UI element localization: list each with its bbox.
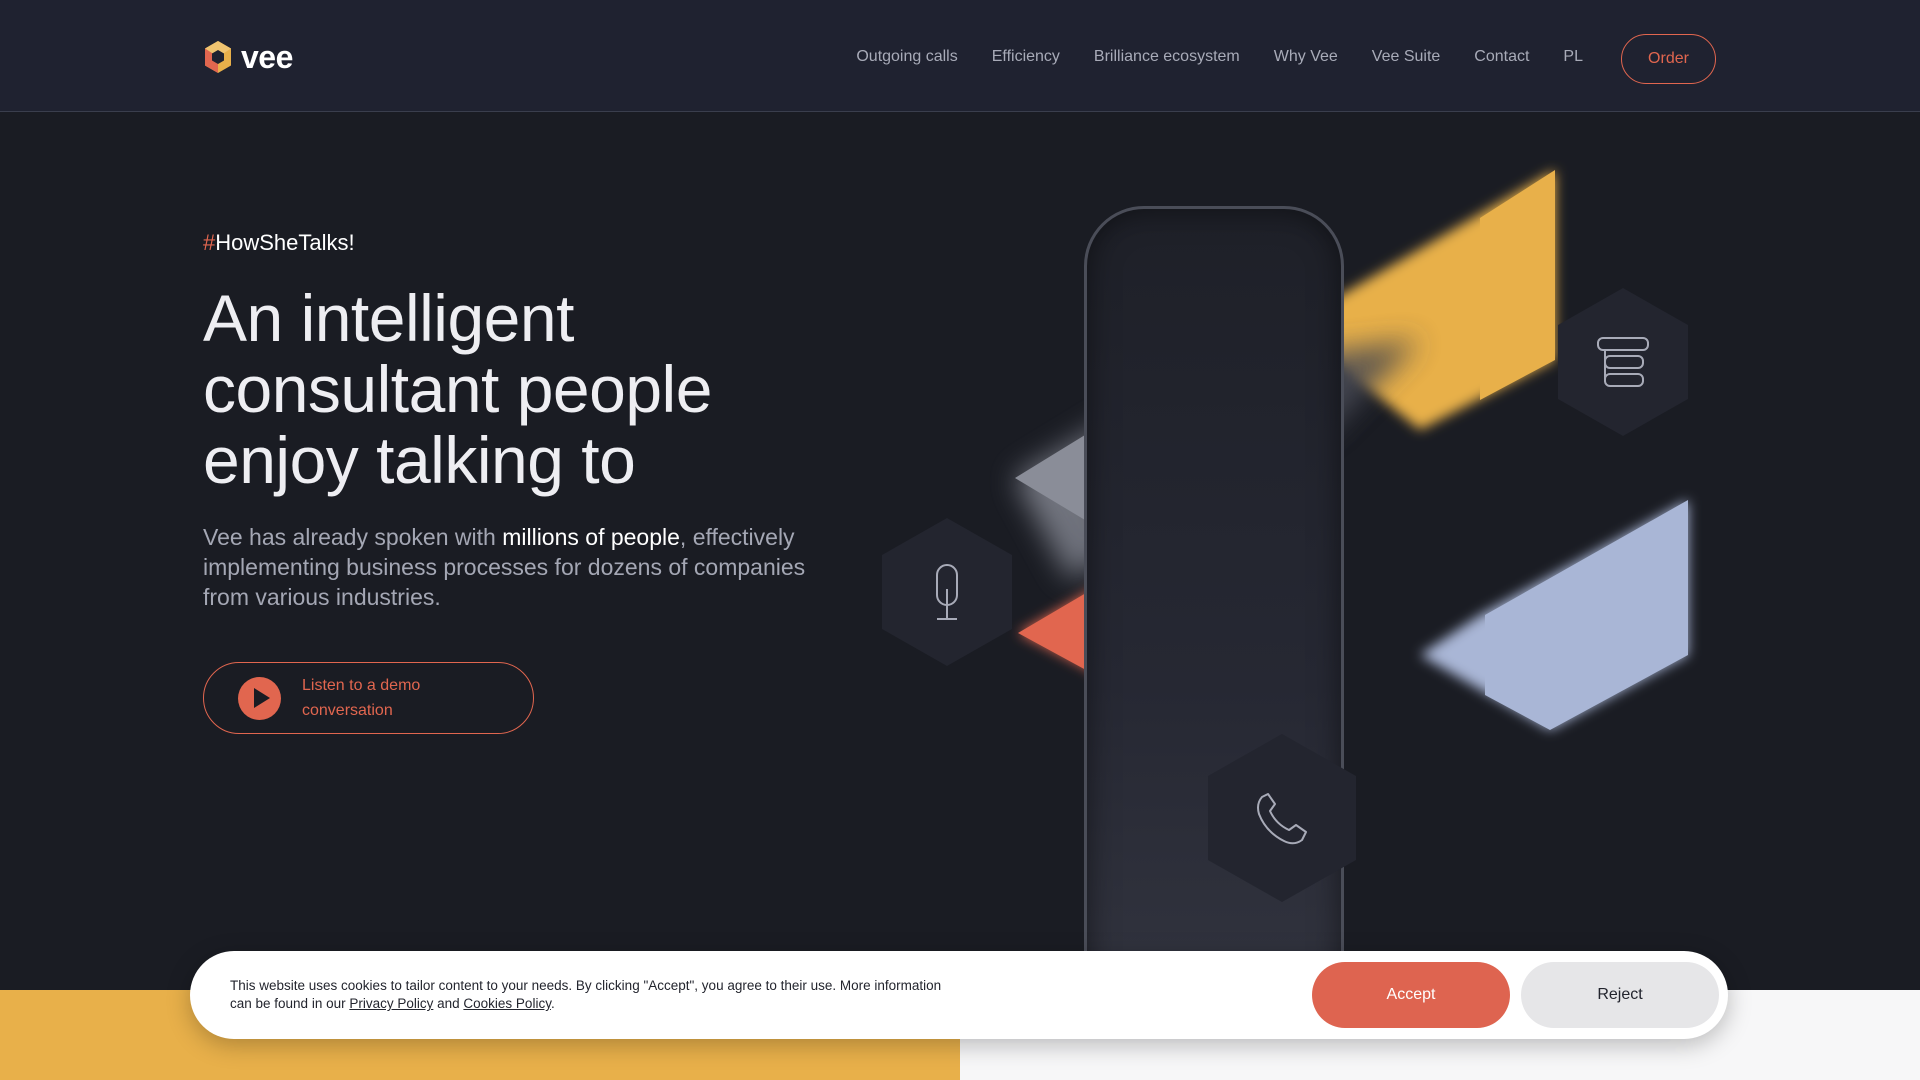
hex-phone-badge: [1206, 732, 1358, 904]
hashtag-tagline: #HowSheTalks!: [203, 230, 355, 256]
cookies-policy-link[interactable]: Cookies Policy: [463, 996, 551, 1011]
logo[interactable]: vee: [203, 39, 293, 75]
accept-cookies-button[interactable]: Accept: [1312, 962, 1510, 1028]
cookie-and-text: and: [433, 996, 464, 1011]
listen-demo-button[interactable]: Listen to a demo conversation: [203, 662, 534, 734]
hero-illustration: [860, 160, 1720, 1006]
hexagon-logo-icon: [205, 41, 231, 73]
cookie-text-end: .: [550, 996, 555, 1011]
cookie-message: This website uses cookies to tailor cont…: [230, 977, 950, 1013]
logo-text: vee: [241, 38, 293, 75]
tagline-text: HowSheTalks!: [215, 230, 355, 255]
subtitle-start: Vee has already spoken with: [203, 524, 503, 550]
nav-brilliance-ecosystem[interactable]: Brilliance ecosystem: [1094, 48, 1240, 66]
database-stack-icon: [1597, 337, 1649, 387]
nav-contact[interactable]: Contact: [1474, 48, 1529, 66]
site-header: vee Outgoing calls Efficiency Brilliance…: [0, 0, 1920, 112]
hex-database-badge: [1556, 286, 1690, 438]
hero-title: An intelligent consultant people enjoy t…: [203, 281, 712, 497]
subtitle-highlight: millions of people: [502, 524, 680, 550]
nav-efficiency[interactable]: Efficiency: [992, 48, 1060, 66]
hero-subtitle: Vee has already spoken with millions of …: [203, 522, 823, 612]
language-switch-pl[interactable]: PL: [1563, 48, 1583, 66]
nav-vee-suite[interactable]: Vee Suite: [1372, 48, 1441, 66]
hex-microphone-badge: [880, 516, 1014, 668]
order-button[interactable]: Order: [1621, 34, 1716, 84]
main-nav: Outgoing calls Efficiency Brilliance eco…: [856, 48, 1583, 66]
reject-cookies-button[interactable]: Reject: [1521, 962, 1719, 1028]
phone-icon: [1257, 793, 1307, 845]
microphone-icon: [936, 564, 958, 620]
cookie-banner: This website uses cookies to tailor cont…: [190, 951, 1728, 1039]
nav-outgoing-calls[interactable]: Outgoing calls: [856, 48, 957, 66]
play-icon: [238, 676, 281, 720]
demo-button-label: Listen to a demo conversation: [302, 677, 421, 719]
nav-why-vee[interactable]: Why Vee: [1274, 48, 1338, 66]
hash-symbol: #: [203, 230, 216, 255]
cookie-text-start: This website uses cookies to tailor cont…: [230, 978, 942, 1011]
privacy-policy-link[interactable]: Privacy Policy: [349, 996, 433, 1011]
